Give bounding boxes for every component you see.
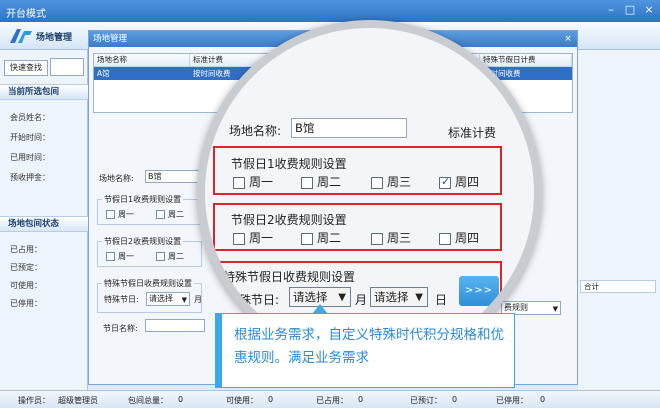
reserved-label: 已预定： [10, 263, 42, 272]
deposit-label: 预收押金： [10, 173, 50, 182]
total-label: 包间总量： [128, 396, 168, 405]
operator-value: 超级管理员 [58, 396, 98, 405]
res-value: 0 [452, 395, 458, 404]
callout-text: 根据业务需求，自定义特殊时代积分规格和优惠规则。满足业务需求 [234, 327, 504, 366]
quick-search-input[interactable] [50, 58, 84, 76]
special-group: 特殊节假日收费规则设置 特殊节日: 请选择 ▼ 月 [97, 278, 202, 313]
total-column-header: 合计 [580, 280, 656, 293]
close-button[interactable]: × [641, 3, 657, 18]
holiday2-group: 节假日2收费规则设置 周一 周二 [97, 236, 202, 267]
mag-special-day-label: 特殊节日: [227, 293, 280, 307]
mag-day-label: 日 [435, 293, 448, 307]
mag-h1-mon[interactable]: 周一 [233, 173, 273, 190]
occupied-label: 已占用： [10, 245, 42, 254]
holiday1-mon[interactable]: 周一 [106, 209, 134, 220]
minimize-button[interactable]: – [603, 3, 619, 18]
mag-venue-input[interactable]: B馆 [291, 118, 407, 138]
room-status-section: 场地包间状态 [0, 216, 88, 232]
mag-day-select[interactable]: 请选择 ▼ [370, 287, 428, 307]
mag-holiday2-title: 节假日2收费规则设置 [231, 213, 347, 227]
start-time-label: 开始时间： [10, 133, 50, 142]
feature-callout: 根据业务需求，自定义特殊时代积分规格和优惠规则。满足业务需求 [215, 304, 515, 388]
callout-accent [216, 314, 222, 387]
cell-standard: 按时间收费 [193, 69, 231, 78]
disabled-label: 已停用： [10, 299, 42, 308]
mag-special-title: 特殊节假日收费规则设置 [223, 270, 356, 284]
mag-h2-wed[interactable]: 周三 [371, 229, 411, 246]
right-panel: 合计 [578, 50, 660, 390]
mag-h1-tue[interactable]: 周二 [301, 173, 341, 190]
holiday2-tue[interactable]: 周二 [156, 251, 184, 262]
next-button[interactable]: >>> [459, 276, 499, 306]
month-label: 月 [194, 295, 202, 304]
col-special-fee[interactable]: 特殊节假日计费 [480, 54, 572, 67]
window-title: 开台模式 [6, 9, 46, 20]
mag-h2-thu[interactable]: 周四 [439, 229, 479, 246]
total-value: 0 [178, 395, 184, 404]
mag-h2-tue[interactable]: 周二 [301, 229, 341, 246]
dis-value: 0 [540, 395, 546, 404]
callout-pointer [312, 304, 328, 314]
mag-holiday1-title: 节假日1收费规则设置 [231, 157, 347, 171]
venue-mgmt-tab[interactable]: 场地管理 [36, 30, 72, 43]
mag-h2-mon[interactable]: 周一 [233, 229, 273, 246]
venue-name-label: 场地名称: [99, 174, 134, 183]
avail-label: 可使用： [226, 396, 258, 405]
status-bar: 操作员： 超级管理员 包间总量： 0 可使用： 0 已占用： 0 已预订： 0 … [0, 390, 660, 408]
col-venue-name[interactable]: 场地名称 [94, 54, 190, 67]
holiday2-mon[interactable]: 周一 [106, 251, 134, 262]
res-label: 已预订： [410, 396, 442, 405]
quick-search-button[interactable]: 快速查找 [4, 60, 48, 76]
dialog-close-button[interactable]: × [562, 33, 574, 45]
available-label: 可使用： [10, 281, 42, 290]
special-title: 特殊节假日收费规则设置 [102, 278, 194, 289]
mag-h1-thu[interactable]: 周四 [439, 173, 479, 190]
current-room-section: 当前所选包间 [0, 84, 88, 100]
magnifier-content: 场地名称: B馆 标准计费 节假日1收费规则设置 周一 周二 周三 周四 节假日… [205, 28, 534, 357]
special-month-select[interactable]: 请选择 ▼ [146, 292, 190, 306]
dis-label: 已停用： [496, 396, 528, 405]
holiday2-title: 节假日2收费规则设置 [102, 236, 184, 247]
holiday1-tue[interactable]: 周二 [156, 209, 184, 220]
mag-month-label: 月 [355, 293, 368, 307]
maximize-button[interactable]: □ [622, 3, 638, 18]
mag-standard-fee: 标准计费 [448, 126, 497, 140]
holiday-name-input[interactable] [145, 319, 205, 332]
occ-label: 已占用： [316, 396, 348, 405]
holiday1-group: 节假日1收费规则设置 周一 周二 [97, 194, 202, 225]
dialog-title-text: 场地管理 [93, 34, 128, 44]
venue-logo-icon [10, 29, 32, 43]
member-name-label: 会员姓名： [10, 113, 50, 122]
left-panel: 快速查找 当前所选包间 会员姓名： 开始时间： 已用时间： 预收押金： 场地包间… [0, 50, 88, 390]
window-titlebar: 开台模式 – □ × [0, 0, 660, 22]
holiday-name-label: 节日名称: [103, 324, 138, 333]
cell-venue: A馆 [97, 69, 110, 78]
avail-value: 0 [268, 395, 274, 404]
operator-label: 操作员： [18, 396, 50, 405]
mag-venue-label: 场地名称: [229, 124, 282, 138]
holiday1-title: 节假日1收费规则设置 [102, 194, 184, 205]
mag-h1-wed[interactable]: 周三 [371, 173, 411, 190]
occ-value: 0 [358, 395, 364, 404]
used-time-label: 已用时间： [10, 153, 50, 162]
special-day-label: 特殊节日: [104, 295, 139, 304]
